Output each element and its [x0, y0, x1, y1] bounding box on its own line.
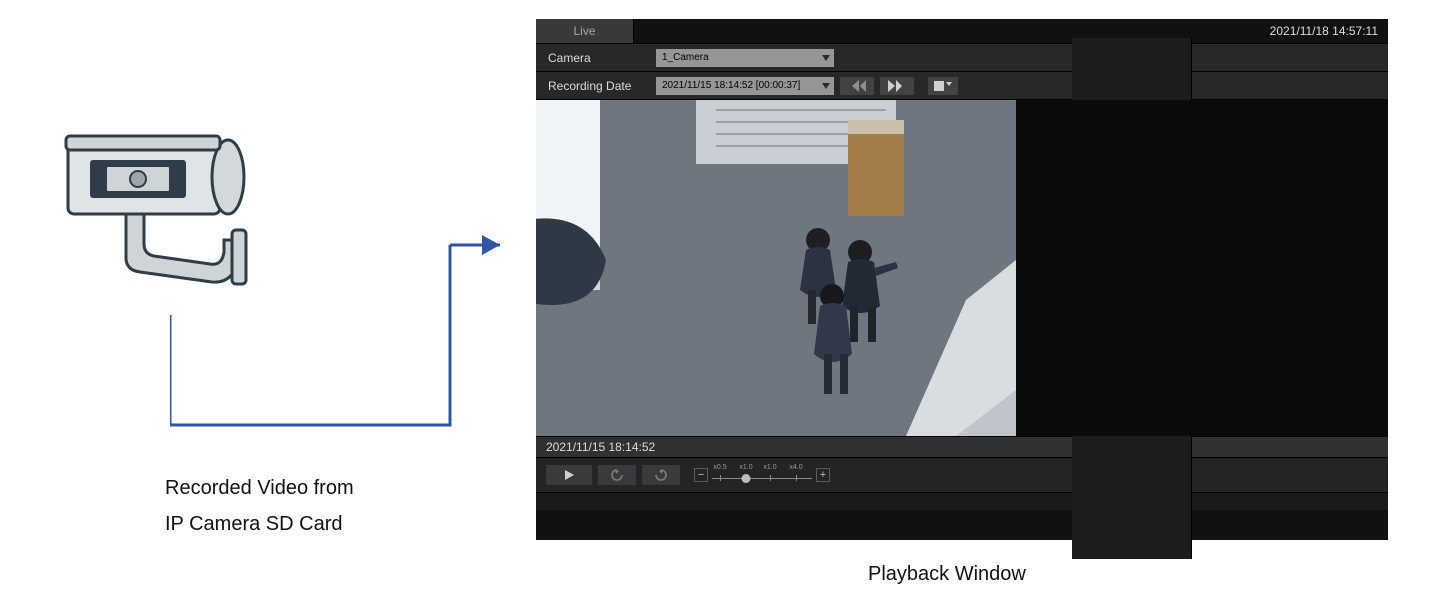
- tab-bar: Live Playback 2021/11/18 14:57:11: [536, 19, 1388, 44]
- speed-increase-button[interactable]: +: [816, 468, 830, 482]
- recording-date-label: Recording Date: [548, 79, 656, 93]
- speed-tick-label: x1.0: [763, 464, 776, 471]
- camera-label: Camera: [548, 51, 656, 65]
- playback-footer: [536, 492, 1388, 510]
- speed-tick-label: x4.0: [789, 464, 802, 471]
- clock-display: 2021/11/18 14:57:11: [1270, 19, 1388, 43]
- playback-window: Live Playback 2021/11/18 14:57:11 Camera…: [536, 19, 1388, 540]
- recording-date-value: 2021/11/15 18:14:52 [00:00:37]: [662, 80, 800, 91]
- recording-date-select[interactable]: 2021/11/15 18:14:52 [00:00:37]: [656, 77, 834, 95]
- playback-timestamp: 2021/11/15 18:14:52: [536, 436, 1388, 458]
- speed-decrease-button[interactable]: −: [694, 468, 708, 482]
- video-frame[interactable]: [536, 100, 1016, 436]
- video-area: [536, 100, 1388, 436]
- camera-row: Camera 1_Camera: [536, 44, 1388, 72]
- speed-slider[interactable]: x0.5 x1.0 x1.0 x4.0: [712, 467, 812, 483]
- step-back-button[interactable]: [598, 465, 636, 485]
- speed-knob[interactable]: [742, 474, 751, 483]
- playback-controls: − x0.5 x1.0 x1.0 x4.0 +: [536, 458, 1388, 492]
- tab-live[interactable]: Live: [536, 19, 634, 43]
- speed-tick-label: x0.5: [713, 464, 726, 471]
- camera-select[interactable]: 1_Camera: [656, 49, 834, 67]
- flow-arrow: [170, 215, 520, 445]
- filter-button[interactable]: [928, 77, 958, 95]
- source-caption-line2: IP Camera SD Card: [165, 506, 354, 542]
- speed-tick-label: x1.0: [739, 464, 752, 471]
- source-caption: Recorded Video from IP Camera SD Card: [165, 470, 354, 542]
- play-button[interactable]: [546, 465, 592, 485]
- window-caption: Playback Window: [868, 563, 1026, 586]
- camera-select-value: 1_Camera: [662, 52, 709, 63]
- speed-control: − x0.5 x1.0 x1.0 x4.0 +: [694, 467, 830, 483]
- step-forward-button[interactable]: [642, 465, 680, 485]
- recording-date-row: Recording Date 2021/11/15 18:14:52 [00:0…: [536, 72, 1388, 100]
- prev-clip-button[interactable]: [840, 77, 874, 95]
- source-caption-line1: Recorded Video from: [165, 470, 354, 506]
- next-clip-button[interactable]: [880, 77, 914, 95]
